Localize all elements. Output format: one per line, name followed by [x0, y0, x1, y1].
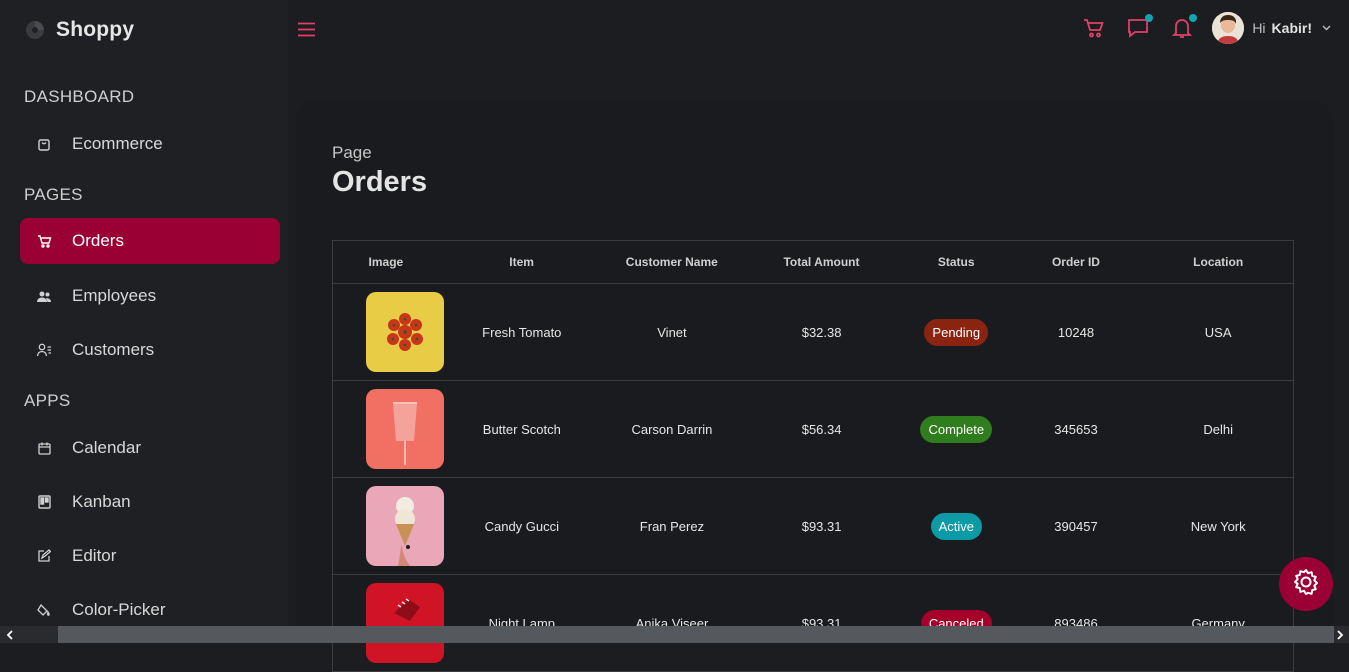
greeting-text: Hi: [1252, 20, 1266, 36]
location-cell: Delhi: [1203, 421, 1233, 437]
status-cell: Complete: [904, 415, 1009, 443]
sidebar-item-customers[interactable]: Customers: [20, 327, 280, 373]
product-image-tomato: [366, 292, 444, 372]
page-title: Orders: [332, 166, 428, 198]
shoppy-logo-icon: [26, 21, 44, 39]
product-image-butter-scotch: [366, 389, 444, 469]
column-header-customer-name[interactable]: Customer Name: [604, 255, 739, 269]
column-header-item[interactable]: Item: [439, 255, 605, 269]
sidebar-item-orders[interactable]: Orders: [20, 218, 280, 264]
product-image-cell: [333, 292, 444, 372]
horizontal-scrollbar[interactable]: [0, 626, 1349, 643]
status-cell: Pending: [904, 318, 1009, 346]
item-cell: Candy Gucci: [484, 518, 560, 534]
product-image-cell: [333, 389, 444, 469]
section-pages: PAGES: [24, 185, 83, 204]
sidebar-item-calendar[interactable]: Calendar: [20, 425, 280, 471]
order-id-cell: 390457: [1054, 518, 1098, 534]
product-image-cell: [333, 486, 444, 566]
section-apps: APPS: [24, 391, 71, 410]
amount-cell: $56.34: [801, 421, 842, 437]
customers-icon: [36, 342, 52, 358]
customer-cell: Carson Darrin: [631, 421, 713, 437]
kanban-icon: [36, 494, 52, 510]
location-cell: New York: [1190, 518, 1246, 534]
section-dashboard: DASHBOARD: [24, 87, 135, 106]
settings-button[interactable]: [1279, 557, 1333, 611]
chat-icon[interactable]: [1126, 14, 1154, 40]
sidebar-item-label: Customers: [72, 340, 155, 359]
amount-cell: $93.31: [801, 518, 842, 534]
cart-icon[interactable]: [1082, 16, 1106, 40]
notification-dot: [1189, 14, 1198, 22]
sidebar-item-label: Color-Picker: [72, 600, 166, 619]
brand-name: Shoppy: [56, 18, 135, 41]
column-header-location[interactable]: Location: [1143, 255, 1293, 269]
orders-table: Image Item Customer Name Total Amount St…: [332, 240, 1294, 672]
sidebar-item-ecommerce[interactable]: Ecommerce: [20, 121, 280, 167]
top-bar: Hi Kabir!: [288, 0, 1349, 60]
chevron-down-icon: [1322, 23, 1331, 34]
notification-dot: [1145, 14, 1154, 22]
sidebar-item-kanban[interactable]: Kanban: [20, 479, 280, 525]
top-actions: Hi Kabir!: [1062, 12, 1331, 44]
cart-icon: [36, 233, 52, 249]
scrollbar-thumb[interactable]: [58, 626, 1334, 643]
brand[interactable]: Shoppy: [24, 18, 134, 42]
customer-cell: Fran Perez: [639, 518, 705, 534]
status-badge: Pending: [924, 318, 989, 346]
page-subtitle: Page: [332, 143, 372, 162]
table-header: Image Item Customer Name Total Amount St…: [333, 241, 1293, 284]
sidebar-item-label: Ecommerce: [72, 134, 163, 153]
user-profile[interactable]: Hi Kabir!: [1212, 12, 1331, 44]
order-id-cell: 345653: [1054, 421, 1098, 437]
item-cell: Fresh Tomato: [482, 324, 562, 340]
shopping-bag-icon: [36, 136, 52, 152]
main-card: Page Orders Image Item Customer Name Tot…: [296, 100, 1333, 672]
scroll-left-arrow-icon[interactable]: [2, 626, 16, 643]
table-row[interactable]: Night Lamp Anika Viseer $93.31 Canceled …: [333, 575, 1293, 672]
color-picker-icon: [36, 602, 52, 618]
editor-icon: [36, 548, 52, 564]
sidebar-item-employees[interactable]: Employees: [20, 273, 280, 319]
column-header-order-id[interactable]: Order ID: [1009, 255, 1144, 269]
location-cell: USA: [1204, 324, 1232, 340]
product-image-cell: [333, 583, 444, 663]
sidebar-item-label: Calendar: [72, 438, 141, 457]
employees-icon: [36, 288, 52, 304]
avatar: [1212, 12, 1245, 44]
sidebar-item-color-picker[interactable]: Color-Picker: [20, 587, 280, 626]
table-row[interactable]: Candy Gucci Fran Perez $93.31 Active 390…: [333, 478, 1293, 575]
sidebar: Shoppy DASHBOARD Ecommerce PAGES Orders …: [0, 0, 288, 626]
order-id-cell: 10248: [1057, 324, 1095, 340]
calendar-icon: [36, 440, 52, 456]
sidebar-item-label: Editor: [72, 546, 117, 565]
sidebar-item-label: Employees: [72, 286, 157, 305]
status-cell: Active: [904, 512, 1009, 540]
table-row[interactable]: Fresh Tomato Vinet $32.38 Pending 10248 …: [333, 284, 1293, 381]
column-header-total-amount[interactable]: Total Amount: [739, 255, 904, 269]
customer-cell: Vinet: [657, 324, 687, 340]
item-cell: Butter Scotch: [482, 421, 561, 437]
table-row[interactable]: Butter Scotch Carson Darrin $56.34 Compl…: [333, 381, 1293, 478]
sidebar-item-label: Kanban: [72, 492, 131, 511]
sidebar-item-editor[interactable]: Editor: [20, 533, 280, 579]
hamburger-menu-icon[interactable]: [298, 22, 315, 38]
bell-icon[interactable]: [1170, 14, 1198, 40]
column-header-status[interactable]: Status: [904, 255, 1009, 269]
column-header-image[interactable]: Image: [333, 255, 439, 269]
sidebar-item-label: Orders: [72, 231, 124, 250]
status-badge: Active: [930, 512, 982, 540]
username: Kabir!: [1271, 20, 1312, 36]
scroll-right-arrow-icon[interactable]: [1333, 626, 1347, 643]
status-badge: Complete: [920, 415, 993, 443]
gear-icon: [1291, 567, 1321, 602]
amount-cell: $32.38: [801, 324, 842, 340]
product-image-night-lamp: [366, 583, 444, 663]
product-image-candy-gucci: [366, 486, 444, 566]
